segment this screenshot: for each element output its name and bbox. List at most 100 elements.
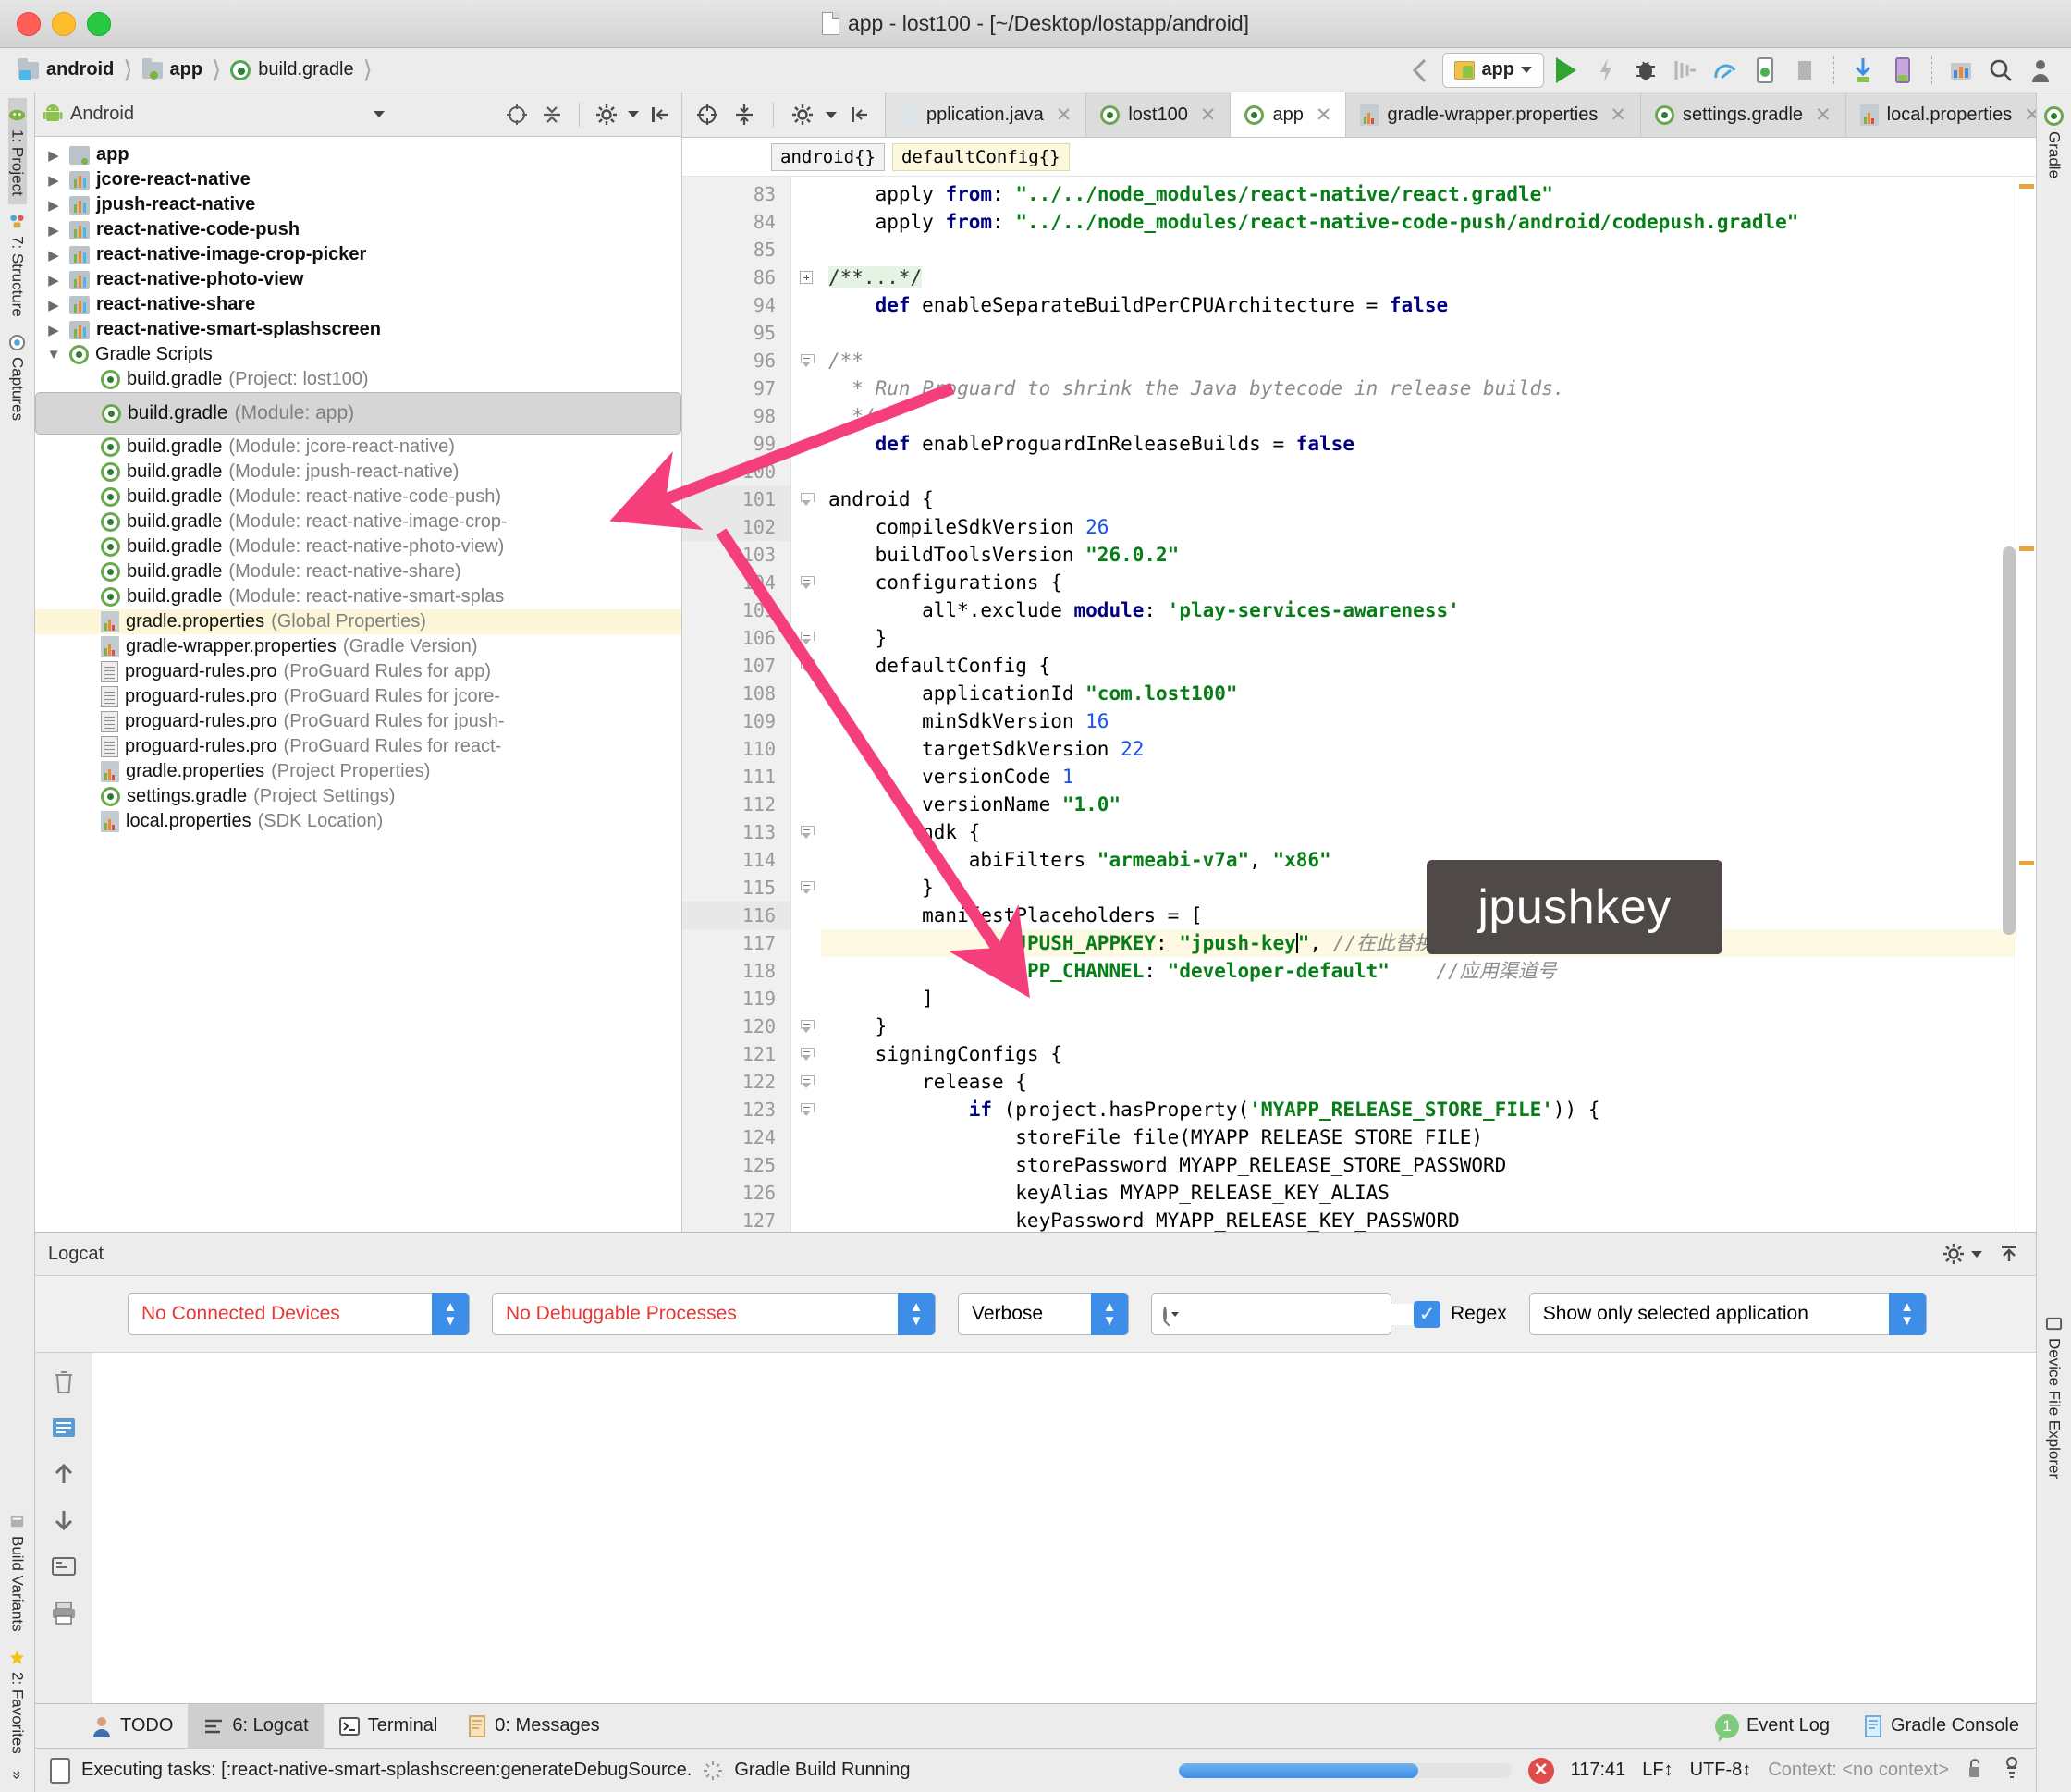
fold-marker[interactable] (791, 596, 821, 624)
tree-node[interactable]: ▶proguard-rules.pro(ProGuard Rules for j… (35, 709, 681, 734)
fold-marker[interactable] (791, 1040, 821, 1068)
logcat-output[interactable] (92, 1353, 2036, 1703)
fold-marker[interactable] (791, 846, 821, 874)
fold-marker[interactable] (791, 264, 821, 291)
split-icon[interactable] (730, 101, 758, 129)
editor-tab[interactable]: settings.gradle ✕ (1640, 92, 1846, 137)
code-line[interactable] (821, 458, 2036, 485)
code-line[interactable]: defaultConfig { (821, 652, 2036, 680)
code-line[interactable]: } (821, 624, 2036, 652)
tree-node[interactable]: ▶ app (35, 142, 681, 167)
fold-marker[interactable] (791, 485, 821, 513)
fold-marker[interactable] (791, 1096, 821, 1123)
code-line[interactable]: JPUSH_APPKEY: "jpush-key", //在此替换你的APPKe… (821, 929, 2036, 957)
code-line[interactable]: ndk { (821, 818, 2036, 846)
code-line[interactable]: keyAlias MYAPP_RELEASE_KEY_ALIAS (821, 1179, 2036, 1207)
rail-item-structure[interactable]: 7: Structure (8, 204, 27, 325)
tree-node[interactable]: ▼ Gradle Scripts (35, 342, 681, 367)
step-icon[interactable] (1668, 53, 1703, 88)
project-tree[interactable]: ▶ app ▶ jcore-react-native ▶ jpush-react-nati… (35, 137, 681, 1232)
back-icon[interactable] (1403, 53, 1438, 88)
chevron-right-icon[interactable]: ▶ (44, 147, 63, 164)
fold-marker[interactable] (791, 347, 821, 374)
tree-node[interactable]: ▶ react-native-photo-view (35, 267, 681, 292)
settings-gear-icon[interactable] (1940, 1240, 1967, 1268)
code-content[interactable]: apply from: "../../node_modules/react-na… (821, 177, 2036, 1232)
inspection-icon[interactable] (2001, 1755, 2023, 1786)
debug-icon[interactable] (1628, 53, 1663, 88)
collapse-fold-icon[interactable] (800, 631, 815, 645)
fold-marker[interactable] (791, 707, 821, 735)
editor-tab[interactable]: app ✕ (1231, 92, 1347, 137)
hide-panel-icon[interactable] (1995, 1240, 2023, 1268)
logcat-search-field[interactable] (1183, 1303, 1428, 1325)
code-line[interactable]: versionName "1.0" (821, 791, 2036, 818)
print-icon[interactable] (44, 1595, 83, 1630)
search-icon[interactable] (1983, 53, 2018, 88)
tree-node[interactable]: ▶gradle.properties(Project Properties) (35, 759, 681, 784)
regex-checkbox[interactable]: ✓ (1414, 1300, 1440, 1328)
fold-marker[interactable] (791, 541, 821, 569)
fold-marker[interactable] (791, 569, 821, 596)
run-configuration-selector[interactable]: app (1442, 52, 1544, 88)
avd-manager-icon[interactable] (1747, 53, 1783, 88)
code-line[interactable]: storeFile file(MYAPP_RELEASE_STORE_FILE) (821, 1123, 2036, 1151)
tool-button-gradle-console[interactable]: Gradle Console (1863, 1704, 2019, 1749)
tree-node[interactable]: ▶ jpush-react-native (35, 192, 681, 217)
tree-node[interactable]: ▶build.gradle(Module: jpush-react-native… (35, 460, 681, 485)
close-icon[interactable]: ✕ (1316, 104, 1332, 127)
fold-marker[interactable] (791, 985, 821, 1013)
tree-node[interactable]: ▶ react-native-image-crop-picker (35, 242, 681, 267)
code-line[interactable]: buildToolsVersion "26.0.2" (821, 541, 2036, 569)
down-icon[interactable] (44, 1503, 83, 1538)
tree-node[interactable]: ▶gradle-wrapper.properties(Gradle Versio… (35, 634, 681, 659)
stop-icon[interactable] (1787, 53, 1822, 88)
code-line[interactable]: apply from: "../../node_modules/react-na… (821, 180, 2036, 208)
editor-tab[interactable]: gradle-wrapper.properties ✕ (1346, 92, 1641, 137)
chevron-right-icon[interactable]: ▶ (44, 297, 63, 313)
fold-marker[interactable] (791, 319, 821, 347)
clear-all-icon[interactable] (44, 1364, 83, 1399)
device-select[interactable]: No Connected Devices ▲ ▼ (128, 1293, 470, 1335)
chevron-down-icon[interactable] (374, 111, 385, 117)
error-icon[interactable]: ✕ (1527, 1757, 1554, 1784)
tool-button-todo[interactable]: TODO (76, 1704, 188, 1749)
code-line[interactable]: APP_CHANNEL: "developer-default" //应用渠道号 (821, 957, 2036, 985)
expand-fold-icon[interactable] (800, 271, 813, 284)
editor-marker-column[interactable] (2016, 177, 2036, 1232)
collapse-all-icon[interactable] (538, 101, 566, 129)
device-icon[interactable] (1885, 53, 1920, 88)
fold-marker[interactable] (791, 402, 821, 430)
editor-tab[interactable]: local.properties ✕ (1845, 92, 2036, 137)
line-separator-group[interactable]: LF↕ (1642, 1760, 1673, 1781)
fold-marker[interactable] (791, 1123, 821, 1151)
tree-node[interactable]: ▶gradle.properties(Global Properties) (35, 609, 681, 634)
code-line[interactable]: if (project.hasProperty('MYAPP_RELEASE_S… (821, 1096, 2036, 1123)
rail-item-captures[interactable]: Captures (8, 325, 27, 429)
apply-changes-icon[interactable] (1588, 53, 1624, 88)
code-breadcrumb-android[interactable]: android{} (771, 142, 885, 171)
encoding-group[interactable]: UTF-8↕ (1690, 1760, 1752, 1781)
rail-more-icon[interactable]: » (8, 1762, 27, 1792)
close-icon[interactable]: ✕ (1610, 104, 1626, 127)
fold-marker[interactable] (791, 236, 821, 264)
chevron-right-icon[interactable]: ▶ (44, 322, 63, 338)
rail-item-gradle[interactable]: Gradle (2044, 98, 2064, 187)
code-line[interactable]: def enableProguardInReleaseBuilds = fals… (821, 430, 2036, 458)
code-breadcrumb-defaultconfig[interactable]: defaultConfig{} (891, 142, 1070, 171)
code-line[interactable]: configurations { (821, 569, 2036, 596)
code-line[interactable]: */ (821, 402, 2036, 430)
fold-marker[interactable] (791, 208, 821, 236)
code-line[interactable]: versionCode 1 (821, 763, 2036, 791)
tree-node[interactable]: ▶build.gradle(Module: react-native-share… (35, 559, 681, 584)
fold-marker[interactable] (791, 1068, 821, 1096)
collapse-fold-icon[interactable] (800, 575, 815, 590)
chevron-down-icon[interactable] (826, 111, 837, 118)
tree-node[interactable]: ▶ react-native-code-push (35, 217, 681, 242)
breadcrumb-item-app[interactable]: app (141, 57, 207, 80)
chevron-right-icon[interactable]: ▶ (44, 222, 63, 239)
rail-item-device-file-explorer[interactable]: Device File Explorer (2045, 1307, 2064, 1487)
code-line[interactable]: def enableSeparateBuildPerCPUArchitectur… (821, 291, 2036, 319)
tool-button-terminal[interactable]: Terminal (324, 1704, 453, 1749)
log-level-select[interactable]: Verbose ▲ ▼ (958, 1293, 1129, 1335)
